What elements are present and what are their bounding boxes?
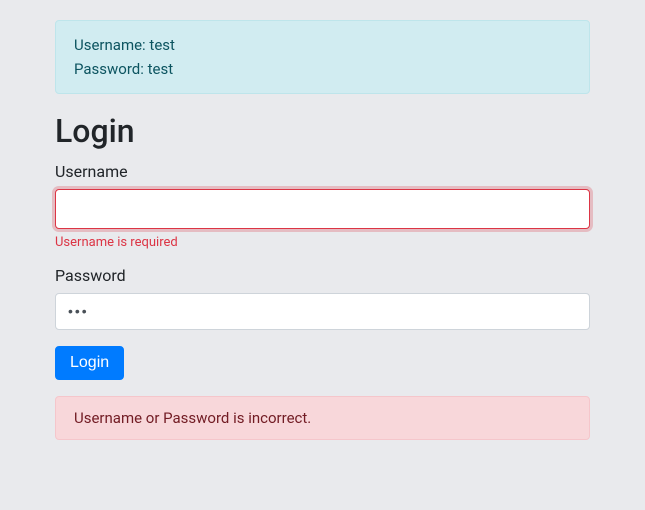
info-username-line: Username: test (74, 33, 571, 57)
password-input[interactable] (55, 293, 590, 330)
username-label: Username (55, 162, 590, 181)
username-error: Username is required (55, 235, 590, 250)
page-title: Login (55, 112, 590, 150)
credentials-info-alert: Username: test Password: test (55, 20, 590, 94)
username-input[interactable] (55, 189, 590, 229)
password-label: Password (55, 266, 590, 285)
login-error-alert: Username or Password is incorrect. (55, 396, 590, 440)
info-password-line: Password: test (74, 57, 571, 81)
login-button[interactable]: Login (55, 346, 124, 380)
